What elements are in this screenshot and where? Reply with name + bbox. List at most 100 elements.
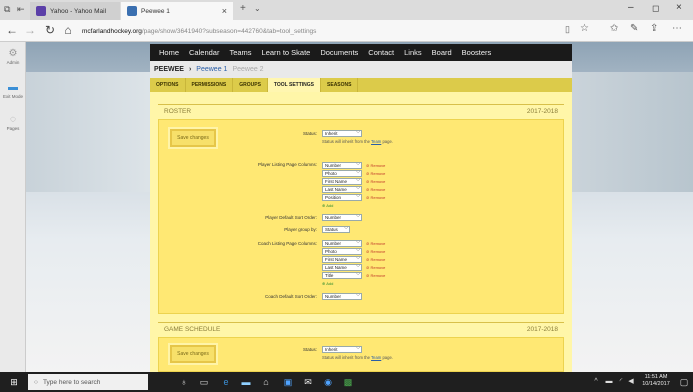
nav-links[interactable]: Links <box>404 48 422 57</box>
address-bar-row: ← → ↻ ⌂ mcfarlandhockey.org/page/show/36… <box>0 20 693 42</box>
player-column-select[interactable]: Number <box>322 162 362 169</box>
green-app-icon[interactable]: ▩ <box>342 376 354 388</box>
player-sort-select[interactable]: Number <box>322 214 362 221</box>
coach-column-select[interactable]: Photo <box>322 248 362 255</box>
windows-taskbar: ⊞ ○ Type here to search ♁ ▭ e ▬ ⌂ ▣ ✉ ◉ … <box>0 372 693 392</box>
remove-link[interactable]: ⊘ Remove <box>366 273 385 278</box>
share-icon[interactable]: ⇪ <box>650 23 658 34</box>
status-select[interactable]: Inherit <box>322 130 362 137</box>
player-column-select[interactable]: Photo <box>322 170 362 177</box>
back-arrow-icon[interactable]: ← <box>4 23 20 37</box>
remove-link[interactable]: ⊘ Remove <box>366 171 385 176</box>
edge-browser-icon[interactable]: e <box>220 376 232 388</box>
exit-mode-button[interactable]: ▬ Exit Mode <box>0 80 26 106</box>
media-app-icon[interactable]: ▣ <box>282 376 294 388</box>
team-page-link[interactable]: Team <box>371 139 381 144</box>
game-status-label: Status: <box>302 347 317 352</box>
maximize-icon[interactable]: ◻ <box>652 3 659 14</box>
remove-link[interactable]: ⊘ Remove <box>366 257 385 262</box>
windows-start-icon[interactable]: ⊞ <box>8 376 20 388</box>
refresh-icon[interactable]: ↻ <box>42 23 58 37</box>
coach-sort-select[interactable]: Number <box>322 293 362 300</box>
tray-chevron-up-icon[interactable]: ^ <box>590 376 602 388</box>
desktop-app-icon[interactable]: ▬ <box>240 376 252 388</box>
chevron-down-icon[interactable]: ⌄ <box>254 4 261 13</box>
taskbar-clock[interactable]: 11:51 AM 10/14/2017 <box>634 374 678 388</box>
pages-button[interactable]: ◌ Pages <box>0 112 26 138</box>
tab-seasons[interactable]: SEASONS <box>321 78 359 92</box>
store-icon[interactable]: ⌂ <box>260 376 272 388</box>
player-column-select[interactable]: Last Name <box>322 186 362 193</box>
breadcrumb-peewee[interactable]: PEEWEE <box>154 66 184 73</box>
breadcrumb: PEEWEE › Peewee 1 Peewee 2 <box>150 61 572 78</box>
mail-app-icon[interactable]: ✉ <box>302 376 314 388</box>
home-icon[interactable]: ⌂ <box>60 23 76 37</box>
roster-season: 2017-2018 <box>526 108 558 115</box>
tab-peewee-1[interactable]: Peewee 1 × <box>121 2 233 20</box>
gear-icon: ⚙ <box>8 48 18 59</box>
tab-actions-icon[interactable]: ⧉ <box>4 4 10 15</box>
tab-tool-settings[interactable]: TOOL SETTINGS <box>267 78 322 92</box>
coach-column-select[interactable]: Last Name <box>322 264 362 271</box>
tab-groups[interactable]: GROUPS <box>233 78 268 92</box>
exit-mode-icon: ▬ <box>8 82 18 93</box>
remove-link[interactable]: ⊘ Remove <box>366 195 385 200</box>
nav-home[interactable]: Home <box>159 48 179 57</box>
close-window-icon[interactable]: × <box>676 2 682 13</box>
game-status-select[interactable]: Inherit <box>322 346 362 353</box>
nav-calendar[interactable]: Calendar <box>189 48 219 57</box>
breadcrumb-peewee-2[interactable]: Peewee 2 <box>232 66 263 73</box>
more-icon[interactable]: ⋯ <box>672 23 682 34</box>
forward-arrow-icon[interactable]: → <box>22 23 38 37</box>
new-tab-icon[interactable]: + <box>240 3 246 14</box>
player-group-select[interactable]: Status <box>322 226 350 233</box>
nav-learn-to-skate[interactable]: Learn to Skate <box>262 48 311 57</box>
player-column-select[interactable]: First Name <box>322 178 362 185</box>
url-field[interactable]: mcfarlandhockey.org/page/show/3641940?su… <box>82 23 552 39</box>
game-team-page-link[interactable]: Team <box>371 355 381 360</box>
coach-sort-label: Coach Default Sort Order: <box>264 294 317 299</box>
nav-boosters[interactable]: Boosters <box>462 48 492 57</box>
chrome-app-icon[interactable]: ◉ <box>322 376 334 388</box>
player-sort-label: Player Default Sort Order: <box>265 215 317 220</box>
close-tab-icon[interactable]: × <box>222 6 227 16</box>
admin-button[interactable]: ⚙ Admin <box>0 46 26 72</box>
reading-view-icon[interactable]: ▯ <box>565 24 570 35</box>
add-coach-column-link[interactable]: ⊕ Add <box>322 281 333 286</box>
coach-column-select[interactable]: Title <box>322 272 362 279</box>
add-player-column-link[interactable]: ⊕ Add <box>322 203 333 208</box>
favorite-star-icon[interactable]: ☆ <box>580 23 589 34</box>
game-schedule-season: 2017-2018 <box>526 326 558 333</box>
remove-link[interactable]: ⊘ Remove <box>366 265 385 270</box>
tab-yahoo-mail[interactable]: Yahoo - Yahoo Mail <box>30 2 120 20</box>
action-center-icon[interactable]: ▢ <box>678 376 690 388</box>
nav-teams[interactable]: Teams <box>229 48 251 57</box>
remove-link[interactable]: ⊘ Remove <box>366 179 385 184</box>
back-tabs-icon[interactable]: ⇤ <box>17 4 25 15</box>
coach-column-select[interactable]: First Name <box>322 256 362 263</box>
tab-options[interactable]: OPTIONS <box>150 78 186 92</box>
remove-link[interactable]: ⊘ Remove <box>366 163 385 168</box>
coach-columns-label: Coach Listing Page Columns: <box>257 241 317 246</box>
tab-permissions[interactable]: PERMISSIONS <box>186 78 234 92</box>
task-view-icon[interactable]: ▭ <box>198 376 210 388</box>
coach-column-select[interactable]: Number <box>322 240 362 247</box>
remove-link[interactable]: ⊘ Remove <box>366 249 385 254</box>
nav-documents[interactable]: Documents <box>320 48 358 57</box>
minimize-icon[interactable]: – <box>628 2 634 13</box>
breadcrumb-separator-icon: › <box>188 66 192 73</box>
browser-tab-bar: ⧉ ⇤ Yahoo - Yahoo Mail Peewee 1 × + ⌄ – … <box>0 0 693 20</box>
web-note-icon[interactable]: ✎ <box>630 23 638 34</box>
player-column-select[interactable]: Position <box>322 194 362 201</box>
search-circle-icon: ○ <box>34 378 38 386</box>
favorites-hub-icon[interactable]: ✩ <box>610 23 618 34</box>
breadcrumb-peewee-1[interactable]: Peewee 1 <box>196 66 227 73</box>
nav-board[interactable]: Board <box>432 48 452 57</box>
network-icon[interactable]: ▬ <box>603 376 615 388</box>
game-status-note: Status will inherit from the Team page. <box>322 355 393 360</box>
taskbar-search-box[interactable]: ○ Type here to search <box>28 374 148 390</box>
remove-link[interactable]: ⊘ Remove <box>366 187 385 192</box>
remove-link[interactable]: ⊘ Remove <box>366 241 385 246</box>
nav-contact[interactable]: Contact <box>368 48 394 57</box>
microphone-icon[interactable]: ♁ <box>178 376 190 388</box>
